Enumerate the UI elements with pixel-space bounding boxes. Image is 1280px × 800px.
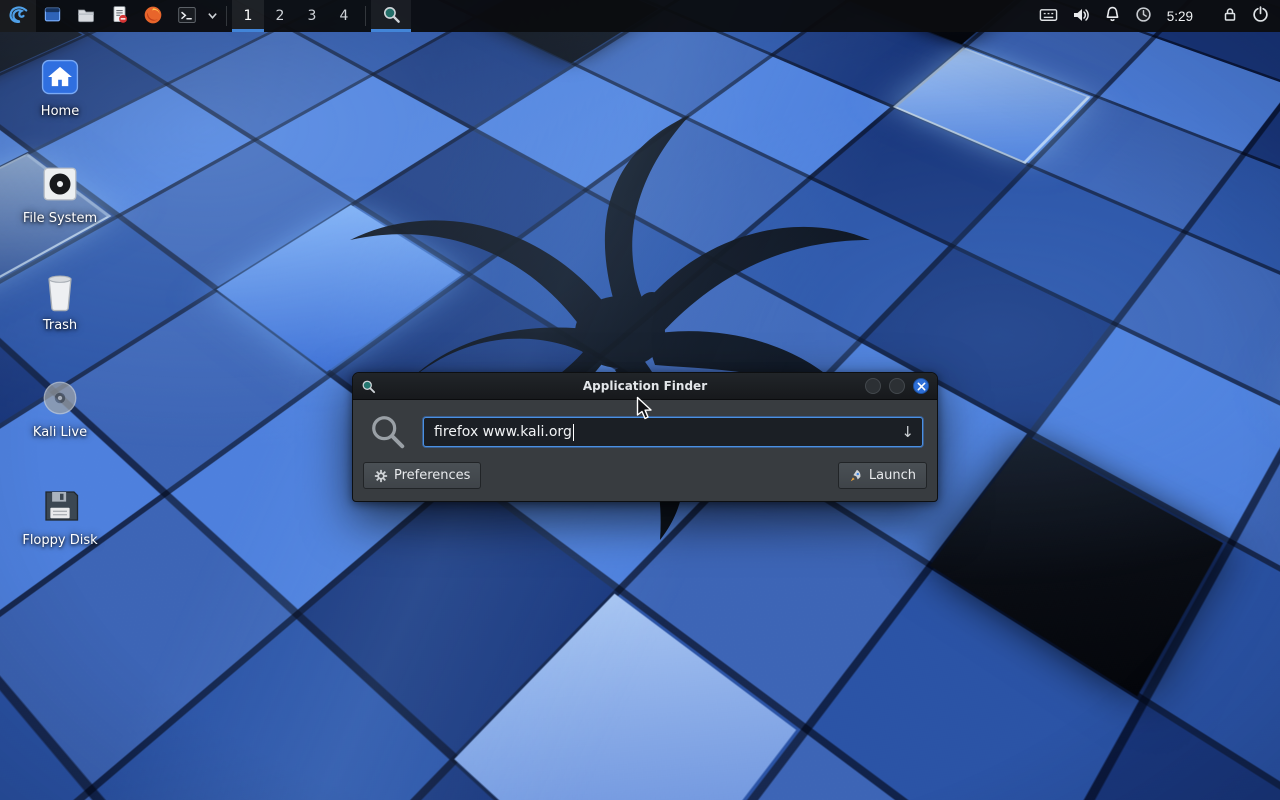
preferences-button[interactable]: Preferences	[363, 462, 481, 489]
panel-clock[interactable]: 5:29	[1159, 0, 1201, 32]
workspace-label: 2	[276, 8, 285, 24]
search-input-value: firefox www.kali.org	[434, 424, 572, 440]
desktop-icon-label: Trash	[8, 318, 112, 333]
top-panel: 1 2 3 4 5:29	[0, 0, 1280, 32]
optical-disc-icon	[36, 376, 84, 420]
tray-notifications-button[interactable]	[1097, 0, 1128, 32]
launcher-text-editor[interactable]	[103, 0, 136, 32]
desktop-icon-label: Kali Live	[8, 425, 112, 440]
file-manager-icon	[76, 5, 96, 28]
tray-keyboard-button[interactable]	[1032, 0, 1065, 32]
search-input[interactable]: firefox www.kali.org ↓	[423, 417, 923, 447]
clock-text: 5:29	[1167, 9, 1193, 24]
file-system-icon	[36, 162, 84, 206]
text-editor-icon	[110, 5, 129, 27]
window-title: Application Finder	[353, 379, 937, 393]
workspace-button-4[interactable]: 4	[328, 0, 360, 32]
logout-button[interactable]	[1245, 0, 1276, 32]
launch-label: Launch	[869, 468, 916, 483]
launch-icon	[849, 469, 863, 483]
terminal-icon	[177, 5, 197, 28]
text-cursor	[573, 424, 575, 441]
window-titlebar[interactable]: Application Finder	[353, 373, 937, 400]
finder-actions: Preferences Launch	[353, 460, 937, 501]
desktop-icon-file-system[interactable]: File System	[8, 162, 112, 226]
session-icon	[1135, 6, 1152, 26]
workspace-label: 4	[340, 8, 349, 24]
floppy-disk-icon	[36, 484, 84, 528]
tray-session-button[interactable]	[1128, 0, 1159, 32]
panel-separator	[365, 6, 366, 26]
history-dropdown-arrow[interactable]: ↓	[893, 423, 914, 441]
chevron-down-icon	[207, 9, 218, 24]
home-icon	[36, 55, 84, 99]
maximize-button[interactable]	[889, 378, 905, 394]
desktop-icon-label: Home	[8, 104, 112, 119]
preferences-label: Preferences	[394, 468, 470, 483]
workspace-label: 3	[308, 8, 317, 24]
lock-icon	[1222, 6, 1238, 26]
panel-separator	[226, 6, 227, 26]
minimize-button[interactable]	[865, 378, 881, 394]
close-icon	[917, 382, 926, 391]
applications-menu-button[interactable]	[0, 0, 36, 32]
search-icon	[369, 413, 407, 451]
firefox-icon	[143, 5, 163, 28]
launch-button[interactable]: Launch	[838, 462, 927, 489]
logout-icon	[1252, 6, 1269, 26]
terminal-dropdown-button[interactable]	[204, 0, 221, 32]
launcher-file-manager[interactable]	[69, 0, 103, 32]
desktop-icon-label: File System	[8, 211, 112, 226]
workspace-button-1[interactable]: 1	[232, 0, 264, 32]
workspace-button-2[interactable]: 2	[264, 0, 296, 32]
keyboard-icon	[1039, 7, 1058, 26]
workspace-button-3[interactable]: 3	[296, 0, 328, 32]
desktop-icon-label: Floppy Disk	[8, 533, 112, 548]
desktop-icon-kali-live[interactable]: Kali Live	[8, 376, 112, 440]
desktop-icon-home[interactable]: Home	[8, 55, 112, 119]
taskbar-application-finder[interactable]	[371, 0, 411, 32]
desktop-icon-trash[interactable]: Trash	[8, 269, 112, 333]
volume-icon	[1072, 7, 1090, 26]
application-finder-window: Application Finder firefox www.kali.org …	[352, 372, 938, 502]
app-finder-icon	[382, 5, 401, 27]
kali-menu-icon	[7, 4, 29, 29]
gear-icon	[374, 469, 388, 483]
trash-icon	[36, 269, 84, 313]
finder-content: firefox www.kali.org ↓	[353, 400, 937, 460]
desktop-icon-floppy-disk[interactable]: Floppy Disk	[8, 484, 112, 548]
lock-screen-button[interactable]	[1215, 0, 1245, 32]
tray-volume-button[interactable]	[1065, 0, 1097, 32]
workspace-label: 1	[244, 8, 253, 24]
close-button[interactable]	[913, 378, 929, 394]
bell-icon	[1104, 6, 1121, 26]
launcher-terminal[interactable]	[170, 0, 204, 32]
launcher-window[interactable]	[36, 0, 69, 32]
window-launcher-icon	[43, 5, 62, 27]
launcher-firefox[interactable]	[136, 0, 170, 32]
